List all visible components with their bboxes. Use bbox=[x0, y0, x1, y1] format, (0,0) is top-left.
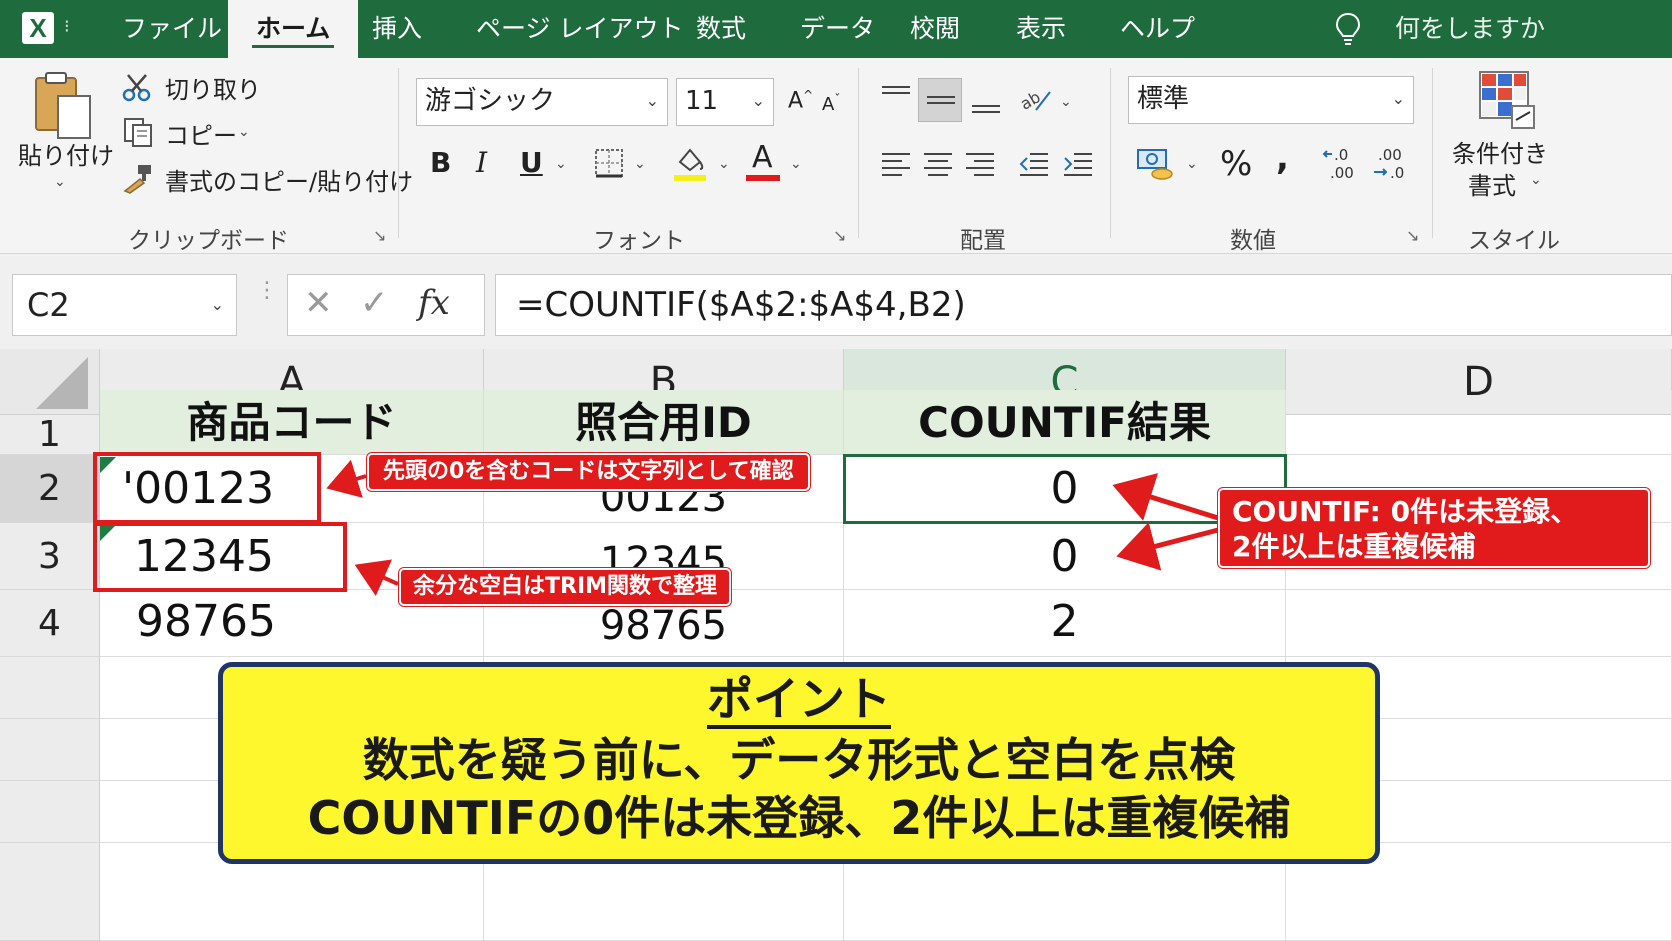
callout-countif-line2: 2件以上は重複候補 bbox=[1232, 530, 1476, 563]
point-line1: 数式を疑う前に、データ形式と空白を点検 bbox=[362, 733, 1236, 787]
point-line2: COUNTIFの0件は未登録、2件以上は重複候補 bbox=[307, 791, 1291, 845]
excel-window: X ⁝ ファイル ホーム 挿入 ページ レイアウト 数式 データ 校閲 表示 ヘル… bbox=[0, 0, 1672, 941]
point-summary-box: ポイント 数式を疑う前に、データ形式と空白を点検 COUNTIFの0件は未登録、… bbox=[218, 662, 1380, 864]
callout-countif-line1: COUNTIF: 0件は未登録、 bbox=[1232, 495, 1579, 528]
point-title: ポイント bbox=[707, 673, 891, 729]
callout-countif: COUNTIF: 0件は未登録、 2件以上は重複候補 bbox=[1218, 488, 1650, 568]
callout-trim: 余分な空白はTRIM関数で整理 bbox=[399, 568, 732, 606]
callout-leading-zero: 先頭の0を含むコードは文字列として確認 bbox=[367, 453, 810, 491]
